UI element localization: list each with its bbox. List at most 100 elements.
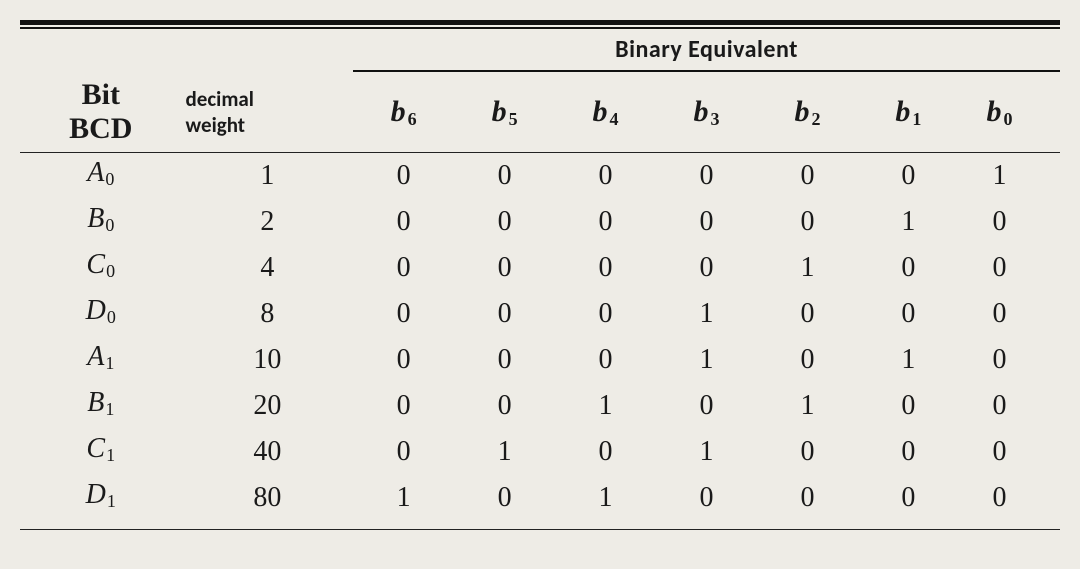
col-head-bit: Bit BCD <box>20 78 182 146</box>
bit-subscript: 0 <box>104 215 114 235</box>
binary-bit-cell: 0 <box>353 153 454 199</box>
b3-letter: b <box>693 95 708 128</box>
binary-bit-cell: 0 <box>656 245 757 291</box>
table-row: B020000010 <box>20 199 1060 245</box>
binary-bit-cell: 0 <box>959 429 1060 475</box>
binary-bit-cell: 1 <box>656 291 757 337</box>
bit-bcd-cell: A1 <box>20 337 182 383</box>
binary-bit-cell: 1 <box>353 475 454 521</box>
binary-bit-cell: 0 <box>555 291 656 337</box>
bit-bcd-cell: C0 <box>20 245 182 291</box>
binary-bit-cell: 0 <box>353 199 454 245</box>
binary-bit-cell: 0 <box>353 291 454 337</box>
table-head: Binary Equivalent Bit BCD decimal weight <box>20 29 1060 153</box>
binary-bit-cell: 1 <box>757 245 858 291</box>
binary-bit-cell: 0 <box>757 337 858 383</box>
bit-subscript: 0 <box>104 169 114 189</box>
binary-bit-cell: 0 <box>858 475 959 521</box>
col-head-b3: b3 <box>656 78 757 146</box>
binary-bit-cell: 0 <box>454 153 555 199</box>
binary-bit-cell: 0 <box>959 475 1060 521</box>
table-row: C040000100 <box>20 245 1060 291</box>
binary-bit-cell: 1 <box>454 429 555 475</box>
binary-bit-cell: 0 <box>858 429 959 475</box>
spanner-label: Binary Equivalent <box>615 35 798 64</box>
binary-bit-cell: 0 <box>454 383 555 429</box>
bit-bcd-cell: A0 <box>20 153 182 199</box>
bit-letter: C <box>86 249 105 280</box>
decimal-weight-cell: 10 <box>182 337 354 383</box>
binary-bit-cell: 0 <box>555 199 656 245</box>
top-rule-thick <box>20 20 1060 25</box>
binary-bit-cell: 1 <box>555 383 656 429</box>
table-row: D080001000 <box>20 291 1060 337</box>
binary-bit-cell: 0 <box>858 383 959 429</box>
binary-bit-cell: 0 <box>656 153 757 199</box>
col-head-decimal: decimal weight <box>182 78 354 146</box>
binary-bit-cell: 0 <box>353 245 454 291</box>
binary-bit-cell: 0 <box>353 383 454 429</box>
bit-letter: B <box>87 203 104 234</box>
binary-bit-cell: 1 <box>959 153 1060 199</box>
b4-sub: 4 <box>608 109 619 129</box>
column-head-row: Bit BCD decimal weight b6 b5 b4 b3 b2 b1… <box>20 78 1060 146</box>
col-head-b0: b0 <box>959 78 1060 146</box>
bcd-table: Binary Equivalent Bit BCD decimal weight <box>20 29 1060 521</box>
table-row: A1100001010 <box>20 337 1060 383</box>
binary-bit-cell: 0 <box>454 337 555 383</box>
bit-bcd-cell: D1 <box>20 475 182 521</box>
b0-sub: 0 <box>1001 109 1012 129</box>
stub-blank <box>20 29 182 78</box>
b2-letter: b <box>794 95 809 128</box>
bit-letter: B <box>87 387 104 418</box>
b1-sub: 1 <box>910 109 921 129</box>
binary-equivalent-spanner: Binary Equivalent <box>353 29 1060 78</box>
binary-bit-cell: 0 <box>757 153 858 199</box>
dec-blank <box>182 29 354 78</box>
bit-subscript: 0 <box>106 307 116 327</box>
decimal-weight-cell: 1 <box>182 153 354 199</box>
decimal-weight-cell: 80 <box>182 475 354 521</box>
binary-bit-cell: 0 <box>757 199 858 245</box>
binary-bit-cell: 0 <box>555 153 656 199</box>
b6-sub: 6 <box>406 109 417 129</box>
binary-bit-cell: 1 <box>858 199 959 245</box>
table-frame: Binary Equivalent Bit BCD decimal weight <box>20 20 1060 556</box>
bit-subscript: 0 <box>105 261 115 281</box>
decimal-weight-cell: 4 <box>182 245 354 291</box>
decimal-weight-cell: 2 <box>182 199 354 245</box>
binary-bit-cell: 1 <box>656 429 757 475</box>
decimal-weight-cell: 20 <box>182 383 354 429</box>
col-head-b5: b5 <box>454 78 555 146</box>
head-rule-row <box>20 146 1060 153</box>
binary-bit-cell: 0 <box>454 475 555 521</box>
bit-bcd-cell: B0 <box>20 199 182 245</box>
b2-sub: 2 <box>809 109 820 129</box>
binary-bit-cell: 0 <box>454 245 555 291</box>
binary-bit-cell: 0 <box>353 337 454 383</box>
page: Binary Equivalent Bit BCD decimal weight <box>0 0 1080 569</box>
b5-letter: b <box>492 95 507 128</box>
bottom-gap <box>20 530 1060 556</box>
spanner-rule <box>353 70 1060 72</box>
bit-subscript: 1 <box>104 399 114 419</box>
bit-letter: D <box>86 295 106 326</box>
table-row: B1200010100 <box>20 383 1060 429</box>
binary-bit-cell: 0 <box>454 199 555 245</box>
bit-bcd-cell: D0 <box>20 291 182 337</box>
binary-bit-cell: 0 <box>757 475 858 521</box>
binary-bit-cell: 0 <box>858 245 959 291</box>
b4-letter: b <box>593 95 608 128</box>
binary-bit-cell: 0 <box>757 429 858 475</box>
col-head-b1: b1 <box>858 78 959 146</box>
b3-sub: 3 <box>708 109 719 129</box>
binary-bit-cell: 0 <box>757 291 858 337</box>
decimal-weight-cell: 8 <box>182 291 354 337</box>
bit-bcd-cell: C1 <box>20 429 182 475</box>
table-row: C1400101000 <box>20 429 1060 475</box>
bit-bcd-cell: B1 <box>20 383 182 429</box>
table-row: D1801010000 <box>20 475 1060 521</box>
binary-bit-cell: 0 <box>656 475 757 521</box>
spanner-row: Binary Equivalent <box>20 29 1060 78</box>
binary-bit-cell: 0 <box>959 383 1060 429</box>
